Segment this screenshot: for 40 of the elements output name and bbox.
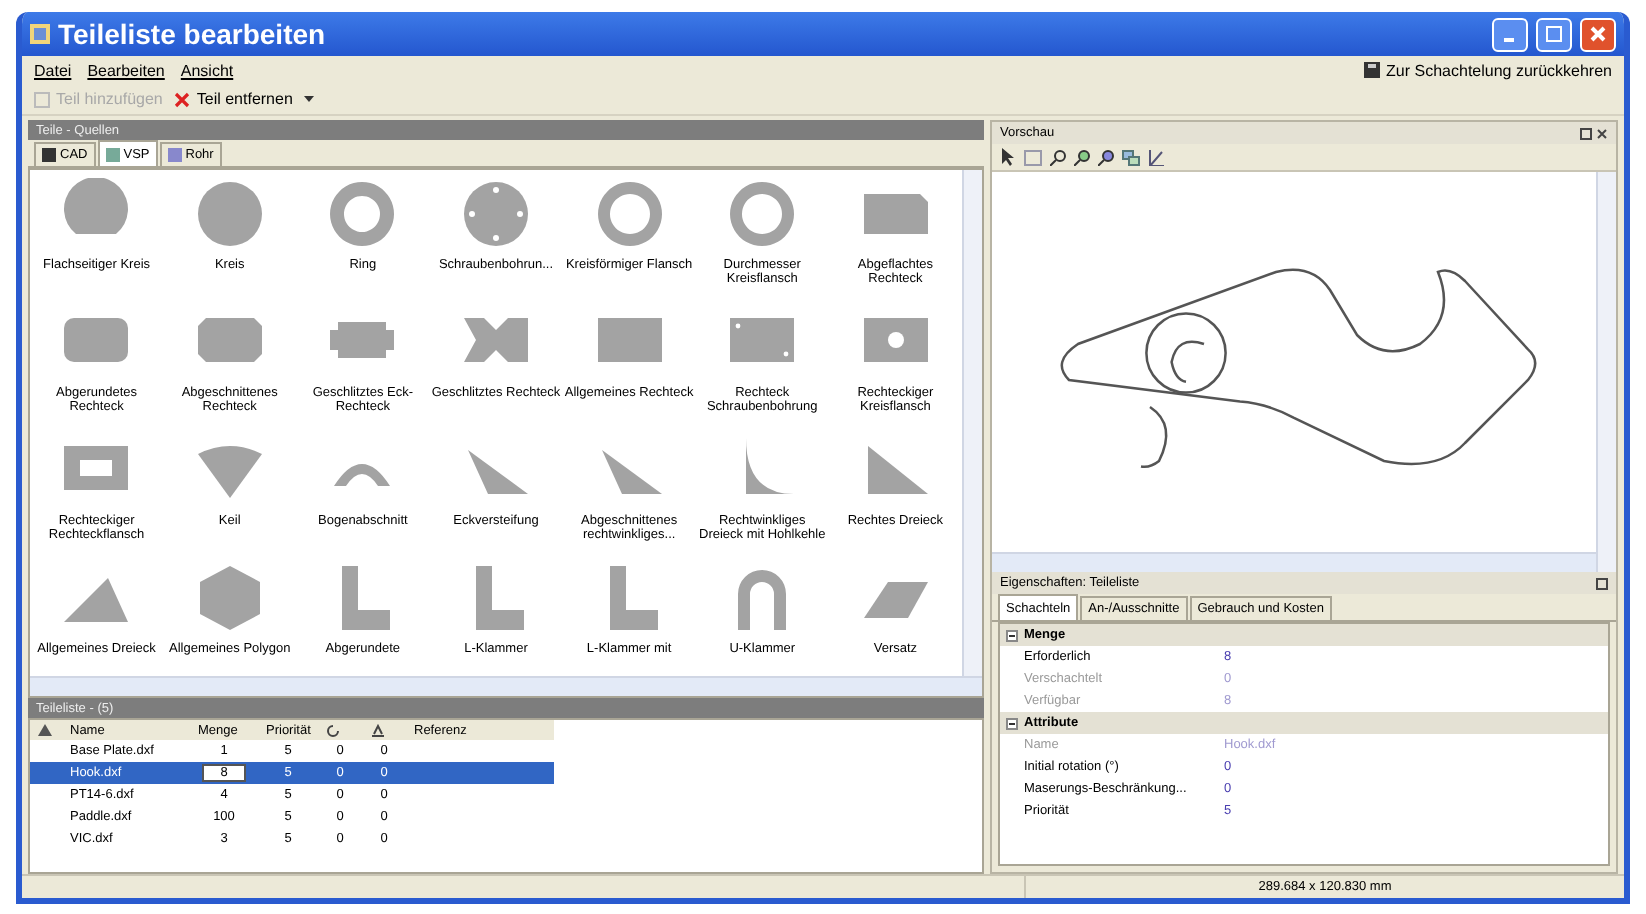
close-button[interactable] (1580, 17, 1616, 51)
scrollbar[interactable] (30, 676, 982, 696)
menu-item[interactable]: Bearbeiten (87, 61, 165, 79)
window-title: Teileliste bearbeiten (58, 18, 328, 50)
close-icon (174, 91, 191, 107)
toolbar-button[interactable]: Teil entfernen (174, 90, 293, 108)
shape-icon[interactable] (593, 178, 666, 250)
scrollbar[interactable] (962, 170, 982, 676)
zoom-icon[interactable] (1050, 149, 1066, 165)
collapse-icon[interactable] (1006, 629, 1018, 641)
scrollbar[interactable] (992, 552, 1596, 572)
measure-icon[interactable] (1148, 149, 1164, 165)
pin-close-icon[interactable] (1580, 127, 1608, 139)
mirror-icon[interactable] (370, 723, 386, 737)
windows-icon[interactable] (1122, 149, 1140, 165)
menu-item[interactable]: Ansicht (180, 61, 234, 79)
rotate-icon[interactable] (326, 723, 340, 737)
maximize-button[interactable] (1536, 17, 1572, 51)
zoom-in-icon[interactable] (1074, 149, 1090, 165)
maximize-icon (1546, 26, 1562, 42)
app-icon (30, 24, 50, 44)
source-icon (42, 148, 56, 162)
scrollbar[interactable] (1596, 172, 1616, 572)
back-to-nesting-button[interactable]: Zur Schachtelung zurückkehren (1364, 61, 1612, 79)
dropdown-arrow-icon[interactable] (304, 94, 315, 104)
fit-icon[interactable] (1024, 149, 1042, 165)
minimize-button[interactable] (1492, 17, 1528, 51)
collapse-icon[interactable] (1006, 717, 1018, 729)
pin-icon[interactable] (1596, 577, 1608, 589)
shape-icon[interactable] (193, 178, 266, 250)
source-icon (105, 147, 120, 161)
pointer-icon[interactable] (1000, 148, 1016, 166)
shape-icon[interactable] (326, 178, 399, 250)
source-icon (167, 148, 182, 162)
zoom-out-icon[interactable] (1098, 149, 1114, 165)
save-icon (1364, 62, 1381, 78)
shape-icon[interactable] (726, 178, 799, 250)
close-icon (1590, 26, 1606, 42)
menu-item[interactable]: Datei (34, 61, 72, 79)
shape-icon[interactable] (459, 178, 532, 250)
